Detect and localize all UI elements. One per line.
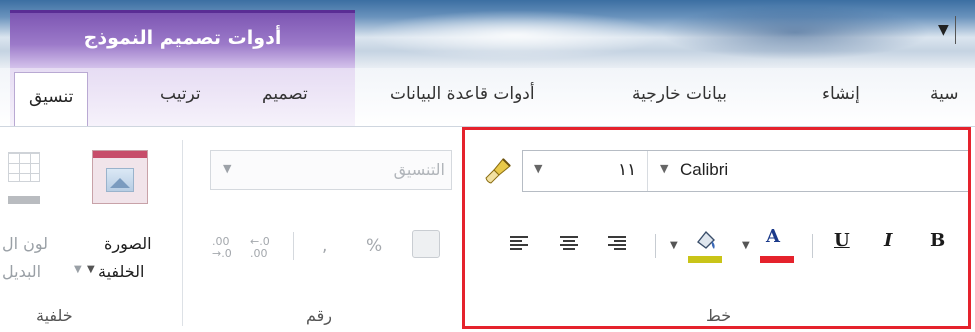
customize-quick-access-chevron-down-icon[interactable]: ▼ [938, 22, 949, 38]
context-group-title: أدوات تصميم النموذج [83, 27, 282, 49]
comma-style-button[interactable]: , [322, 236, 327, 256]
background-image-label-1[interactable]: الصورة [104, 234, 152, 253]
percent-button[interactable]: % [366, 236, 382, 256]
highlight-box [462, 127, 971, 329]
background-image-dropdown-chevron-down-icon[interactable]: ▼ [87, 264, 95, 275]
picture-icon [106, 168, 134, 192]
quick-access-separator [955, 16, 956, 44]
number-separator [293, 232, 294, 260]
number-format-chevron-down-icon[interactable]: ▼ [223, 162, 231, 175]
title-bar-glow-dark [660, 5, 930, 60]
group-label-background: خلفية [36, 306, 73, 325]
tab-design[interactable]: تصميم [262, 84, 308, 104]
group-label-number: رقم [306, 306, 333, 325]
tab-external-data[interactable]: بيانات خارجية [632, 84, 727, 104]
increase-decimal-button[interactable]: ←.0 .00 [250, 236, 276, 260]
background-image-label-2[interactable]: الخلفية [98, 262, 144, 281]
tab-database-tools[interactable]: أدوات قاعدة البيانات [390, 84, 535, 104]
alternate-color-dropdown-chevron-down-icon[interactable]: ▼ [74, 264, 82, 275]
tab-format[interactable]: تنسيق [14, 72, 89, 128]
background-image-icon[interactable] [92, 150, 148, 204]
decrease-decimal-button[interactable]: .00 →.0 [212, 236, 238, 260]
number-format-placeholder: التنسيق [393, 160, 445, 179]
tab-arrange[interactable]: ترتيب [160, 84, 201, 104]
alternate-color-swatch [8, 196, 40, 204]
context-tab-group-header: أدوات تصميم النموذج [10, 10, 355, 70]
number-format-combo[interactable]: ▼ التنسيق [210, 150, 452, 190]
title-bar-glow [365, 10, 665, 60]
alternate-row-color-label-1[interactable]: لون ال [2, 234, 48, 253]
gridlines-icon[interactable] [8, 152, 40, 182]
tab-create[interactable]: إنشاء [822, 84, 860, 104]
group-separator [182, 140, 183, 326]
alternate-row-color-label-2[interactable]: البديل [2, 262, 41, 281]
tab-home[interactable]: سية [930, 84, 959, 104]
currency-icon[interactable] [412, 230, 440, 258]
